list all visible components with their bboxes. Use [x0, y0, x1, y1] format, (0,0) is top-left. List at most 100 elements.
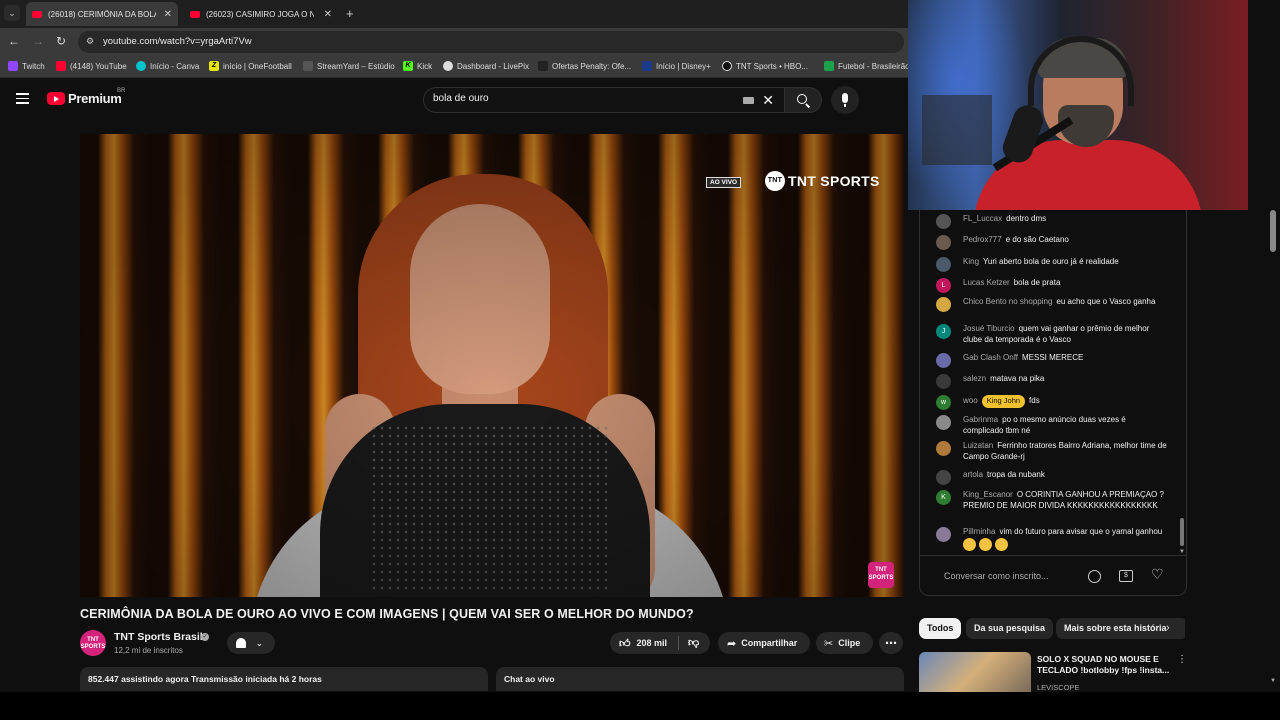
- chat-author[interactable]: woo: [963, 396, 978, 405]
- chat-message: Luizatan Ferrinho tratores Bairro Adriana…: [936, 441, 1168, 462]
- channel-name[interactable]: TNT Sports Brasil: [114, 631, 203, 643]
- chat-author[interactable]: artola: [963, 470, 983, 479]
- tnt-icon: [722, 61, 732, 71]
- new-tab-icon[interactable]: +: [346, 6, 354, 21]
- channel-avatar[interactable]: TNT SPORTS: [80, 630, 106, 656]
- heart-icon[interactable]: ♡: [1151, 566, 1164, 583]
- bookmark-penalty[interactable]: Ofertas Penalty: Ofe...: [538, 61, 631, 71]
- chat-author[interactable]: Gabrinma: [963, 415, 998, 424]
- webcam-shelf: [922, 95, 992, 165]
- chat-author[interactable]: Josué Tiburcio: [963, 324, 1015, 333]
- chat-author[interactable]: salezn: [963, 374, 986, 383]
- bookmark-brasileirao[interactable]: Futebol - Brasileirão: [824, 61, 908, 71]
- live-chat-header[interactable]: Chat ao vivo: [496, 667, 904, 691]
- chat-message: L Lucas Ketzer bola de prata: [936, 278, 1168, 293]
- bookmark-kick[interactable]: K Kick: [403, 61, 432, 71]
- chat-input[interactable]: Conversar como inscrito...: [944, 571, 1049, 581]
- chat-author[interactable]: Pedrox777: [963, 235, 1002, 244]
- description-box[interactable]: 852.447 assistindo agora Transmissão ini…: [80, 667, 488, 691]
- youtube-premium-logo[interactable]: Premium BR: [47, 88, 125, 106]
- chip-all[interactable]: Todos: [919, 618, 962, 639]
- chat-author[interactable]: Pillminha: [963, 527, 995, 536]
- bookmark-youtube[interactable]: (4148) YouTube: [56, 61, 127, 71]
- bottom-black-strip: [0, 692, 1280, 720]
- chat-author[interactable]: FL_Luccax: [963, 214, 1002, 223]
- dislike-icon[interactable]: 👎︎: [688, 636, 699, 649]
- emoji-icon[interactable]: [1088, 570, 1101, 583]
- scroll-down-icon[interactable]: ▼: [1270, 678, 1276, 684]
- like-count[interactable]: 208 mil: [637, 638, 668, 648]
- chat-input-row: Conversar como inscrito... $ ♡: [920, 555, 1186, 595]
- chip-from-search[interactable]: Da sua pesquisa: [966, 618, 1054, 639]
- chat-author[interactable]: Chico Bento no shopping: [963, 297, 1052, 306]
- kick-icon: K: [403, 61, 413, 71]
- scissors-icon: ✂: [824, 637, 834, 650]
- clip-button[interactable]: ✂ Clipe: [816, 632, 873, 654]
- sad-face-icon: [963, 537, 976, 551]
- browser-tab-bar: ⌄ (26018) CERIMÔNIA DA BOLA DE OURO ✕ (2…: [0, 0, 908, 28]
- bookmark-twitch[interactable]: Twitch: [8, 61, 45, 71]
- chevron-right-icon[interactable]: ›: [1166, 622, 1170, 634]
- video-thumbnail[interactable]: [919, 652, 1031, 692]
- bookmark-onefootball[interactable]: Zinício | OneFootball: [209, 61, 292, 71]
- avatar: [936, 257, 951, 272]
- like-divider: [678, 636, 679, 650]
- share-button[interactable]: ➦ Compartilhar: [718, 632, 810, 654]
- tab-search-dropdown[interactable]: ⌄: [4, 5, 20, 21]
- chat-author[interactable]: Luizatan: [963, 441, 993, 450]
- forward-arrow-icon[interactable]: →: [32, 34, 44, 48]
- site-info-icon[interactable]: ⚙: [86, 36, 94, 47]
- search-input[interactable]: [433, 93, 733, 104]
- chat-message: King Yuri aberto bola de ouro já é realid…: [936, 257, 1168, 272]
- menu-icon[interactable]: [16, 93, 29, 104]
- bookmark-label: Início | Disney+: [656, 61, 711, 71]
- recommended-video[interactable]: SOLO X SQUAD NO MOUSE E TECLADO !botlobb…: [919, 652, 1187, 692]
- bookmark-streamyard[interactable]: StreamYard – Estúdio: [303, 61, 395, 71]
- related-filter-chips: Todos Da sua pesquisa Mais sobre esta hi…: [919, 618, 1185, 640]
- bookmark-disney[interactable]: Início | Disney+: [642, 61, 711, 71]
- chat-author[interactable]: Gab Clash Onff: [963, 353, 1018, 362]
- chat-scrollbar[interactable]: [1180, 518, 1184, 546]
- bookmark-canva[interactable]: Início - Canva: [136, 61, 199, 71]
- clear-search-icon[interactable]: ✕: [762, 92, 774, 109]
- browser-tab[interactable]: (26023) CASIMIRO JOGA O NOSSO ✕: [184, 2, 338, 26]
- close-tab-icon[interactable]: ✕: [324, 9, 332, 20]
- browser-tab-active[interactable]: (26018) CERIMÔNIA DA BOLA DE OURO ✕: [26, 2, 178, 26]
- chat-author[interactable]: King: [963, 257, 979, 266]
- reload-icon[interactable]: ↻: [56, 34, 66, 48]
- voice-search-button[interactable]: [831, 86, 859, 114]
- tnt-corner-bug: TNT SPORTS: [868, 562, 894, 588]
- bookmark-tnt-hbo[interactable]: TNT Sports • HBO...: [722, 61, 808, 71]
- chat-author[interactable]: Lucas Ketzer: [963, 278, 1010, 287]
- chat-message: J Josué Tiburcio quem vai ganhar o prêmio…: [936, 324, 1168, 345]
- like-icon[interactable]: 👍︎: [619, 637, 631, 650]
- subscriber-count: 12,2 mi de inscritos: [114, 646, 183, 655]
- url-field[interactable]: ⚙ youtube.com/watch?v=yrgaArti7Vw: [78, 31, 904, 53]
- chat-message: Gab Clash Onff MESSI MERECE: [936, 353, 1168, 368]
- chat-author[interactable]: King_Escanor: [963, 490, 1013, 499]
- verified-icon: ✓: [201, 633, 209, 641]
- chat-text: Yuri aberto bola de ouro já é realidade: [983, 257, 1119, 266]
- recommended-title[interactable]: SOLO X SQUAD NO MOUSE E TECLADO !botlobb…: [1037, 654, 1177, 676]
- more-vert-icon[interactable]: ⋮: [1177, 654, 1187, 665]
- video-player[interactable]: AO VIVO TNT TNT SPORTS TNT SPORTS: [80, 134, 904, 597]
- bookmark-livepix[interactable]: Dashboard - LivePix: [443, 61, 529, 71]
- recommended-channel[interactable]: LEVISCOPE: [1037, 683, 1080, 692]
- bookmark-label: Twitch: [22, 61, 45, 71]
- back-arrow-icon[interactable]: ←: [8, 34, 20, 48]
- chat-text: e do são Caetano: [1005, 235, 1069, 244]
- chat-message-list[interactable]: FL_Luccax dentro dms Pedrox777 e do são Ca…: [920, 210, 1178, 555]
- video-title: CERIMÔNIA DA BOLA DE OURO AO VIVO E COM …: [80, 607, 694, 621]
- keyboard-icon[interactable]: [743, 97, 754, 104]
- like-dislike-group: 👍︎ 208 mil 👎︎: [610, 632, 710, 654]
- chat-message: K King_Escanor O CORINTIA GANHOU A PREMIA…: [936, 490, 1168, 511]
- close-tab-icon[interactable]: ✕: [164, 9, 172, 20]
- super-chat-icon[interactable]: $: [1119, 570, 1133, 582]
- page-scrollbar[interactable]: [1270, 210, 1276, 252]
- avatar: [936, 527, 951, 542]
- notifications-button[interactable]: ⌄: [227, 632, 275, 654]
- live-chat-panel: FL_Luccax dentro dms Pedrox777 e do são Ca…: [919, 210, 1187, 596]
- search-button[interactable]: [784, 87, 822, 113]
- share-icon: ➦: [727, 637, 737, 650]
- more-actions-icon[interactable]: ⋯: [879, 632, 903, 654]
